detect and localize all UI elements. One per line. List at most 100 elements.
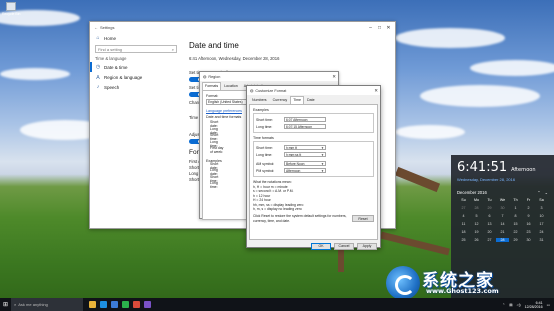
minimize-button[interactable]: – [366,24,375,32]
tray-clock[interactable]: 6:41 12/28/2016 [525,301,543,309]
calendar-month[interactable]: December 2016 [457,190,487,195]
calendar-day[interactable]: 31 [535,238,548,242]
calendar-day[interactable]: 25 [457,238,470,242]
tab-location[interactable]: Location [221,82,241,90]
sidebar-item-date-time[interactable]: ◷ Date & time [90,62,182,72]
calendar-day[interactable]: 4 [457,214,470,218]
settings-search-input[interactable]: Find a setting ⌕ [95,45,177,53]
calendar-day[interactable]: 5 [470,214,483,218]
calendar-day[interactable]: 13 [483,222,496,226]
examples-group: Short time: 6:07 Afternoon Long time: 6:… [253,113,374,133]
network-icon[interactable]: ▤ [509,303,512,307]
sidebar-item-home[interactable]: ⌂ Home [90,33,182,43]
taskbar-app-icon[interactable] [100,301,107,308]
format-select[interactable]: English (United States) [206,99,250,105]
search-icon: ⌕ [14,302,17,307]
sidebar-item-speech[interactable]: ♪ Speech [90,82,182,92]
calendar-day[interactable]: 30 [522,238,535,242]
taskbar-search-input[interactable]: ⌕ Ask me anything [11,298,83,311]
weekday-header: Tu [487,198,492,202]
chevron-down-icon: ▼ [321,152,324,157]
desktop-icon-label: Recycle Bin [2,12,21,16]
short-time-select[interactable]: h:mm tt ▼ [284,144,326,151]
calendar-day[interactable]: 7 [496,214,509,218]
tab-numbers[interactable]: Numbers [249,96,270,104]
calendar-day[interactable]: 29 [483,206,496,210]
calendar-day[interactable]: 18 [457,230,470,234]
cloud [395,125,465,139]
taskbar-app-icon[interactable] [122,301,129,308]
calendar-day[interactable]: 2 [522,206,535,210]
clock-time-value: 6:41:51 [457,160,508,175]
calendar-day[interactable]: 23 [522,230,535,234]
time-formats-group-label: Time formats [253,136,274,140]
calendar-day[interactable]: 30 [496,206,509,210]
system-tray: ⌃ ▤ ◁) 6:41 12/28/2016 ▭ [502,301,554,309]
long-time-select[interactable]: h:mm:ss tt ▼ [284,151,326,158]
chevron-down-icon[interactable]: ⌄ [545,190,548,195]
calendar-day[interactable]: 11 [457,222,470,226]
sidebar-item-region-language[interactable]: Ａ Region & language [90,72,182,82]
taskbar-app-icon[interactable] [133,301,140,308]
clock-ampm: Afternoon [511,167,536,173]
taskbar-app-icon[interactable] [89,301,96,308]
customize-tabs: Numbers Currency Time Date [247,95,380,104]
search-icon: ⌕ [171,46,174,52]
close-icon[interactable]: ✕ [374,88,378,94]
chevron-up-icon[interactable]: ⌃ [537,190,540,195]
back-arrow-icon[interactable]: ← [94,25,98,30]
calendar-day[interactable]: 6 [483,214,496,218]
apply-button[interactable]: Apply [357,243,377,250]
calendar-day[interactable]: 20 [483,230,496,234]
notifications-icon[interactable]: ▭ [547,303,550,307]
sidebar-item-label: Region & language [104,74,143,80]
home-icon: ⌂ [96,35,100,41]
am-symbol-select[interactable]: Before Noon ▼ [284,160,326,167]
calendar-day[interactable]: 24 [535,230,548,234]
volume-icon[interactable]: ◁) [517,303,521,307]
taskbar-app-icon[interactable] [144,301,151,308]
clock-date-link[interactable]: Wednesday, December 28, 2016 [457,177,554,182]
customize-title: Customize Format [255,88,287,93]
tab-date[interactable]: Date [304,96,318,104]
calendar-day[interactable]: 26 [470,238,483,242]
close-icon[interactable]: ✕ [332,74,336,80]
select-value: h:mm tt [286,145,297,150]
calendar-day[interactable]: 28 [470,206,483,210]
calendar-day[interactable]: 22 [509,230,522,234]
calendar-day[interactable]: 3 [535,206,548,210]
calendar-day[interactable]: 12 [470,222,483,226]
weekday-header: Mo [474,198,479,202]
tab-formats[interactable]: Formats [202,82,222,90]
close-button[interactable]: ✕ [384,24,393,32]
calendar-day[interactable]: 9 [522,214,535,218]
calendar-day[interactable]: 27 [483,238,496,242]
tab-time[interactable]: Time [290,96,305,104]
weekday-header: We [499,198,506,202]
pm-symbol-select[interactable]: Afternoon ▼ [284,167,326,174]
taskbar-app-icon[interactable] [111,301,118,308]
cancel-button[interactable]: Cancel [334,243,354,250]
start-button[interactable]: ⊞ [0,298,11,311]
maximize-button[interactable]: □ [375,24,384,32]
notation-heading: What the notations mean: [253,180,292,184]
calendar-day[interactable]: 8 [509,214,522,218]
tab-currency[interactable]: Currency [270,96,291,104]
calendar-day[interactable]: 27 [457,206,470,210]
calendar-day[interactable]: 17 [535,222,548,226]
calendar-day[interactable]: 10 [535,214,548,218]
calendar-day[interactable]: 29 [509,238,522,242]
desktop-icon-recycle-bin[interactable]: Recycle Bin [2,2,20,16]
calendar-day[interactable]: 19 [470,230,483,234]
calendar-day[interactable]: 1 [509,206,522,210]
calendar-day-today[interactable]: 28 [496,238,509,242]
ok-button[interactable]: OK [311,243,331,250]
calendar-day[interactable]: 16 [522,222,535,226]
microphone-icon: ♪ [96,84,100,90]
calendar-day[interactable]: 14 [496,222,509,226]
reset-button[interactable]: Reset [352,215,374,222]
calendar-header: December 2016 ⌃ ⌄ [457,190,548,195]
calendar-day[interactable]: 15 [509,222,522,226]
chevron-up-icon[interactable]: ⌃ [502,303,505,307]
calendar-day[interactable]: 21 [496,230,509,234]
